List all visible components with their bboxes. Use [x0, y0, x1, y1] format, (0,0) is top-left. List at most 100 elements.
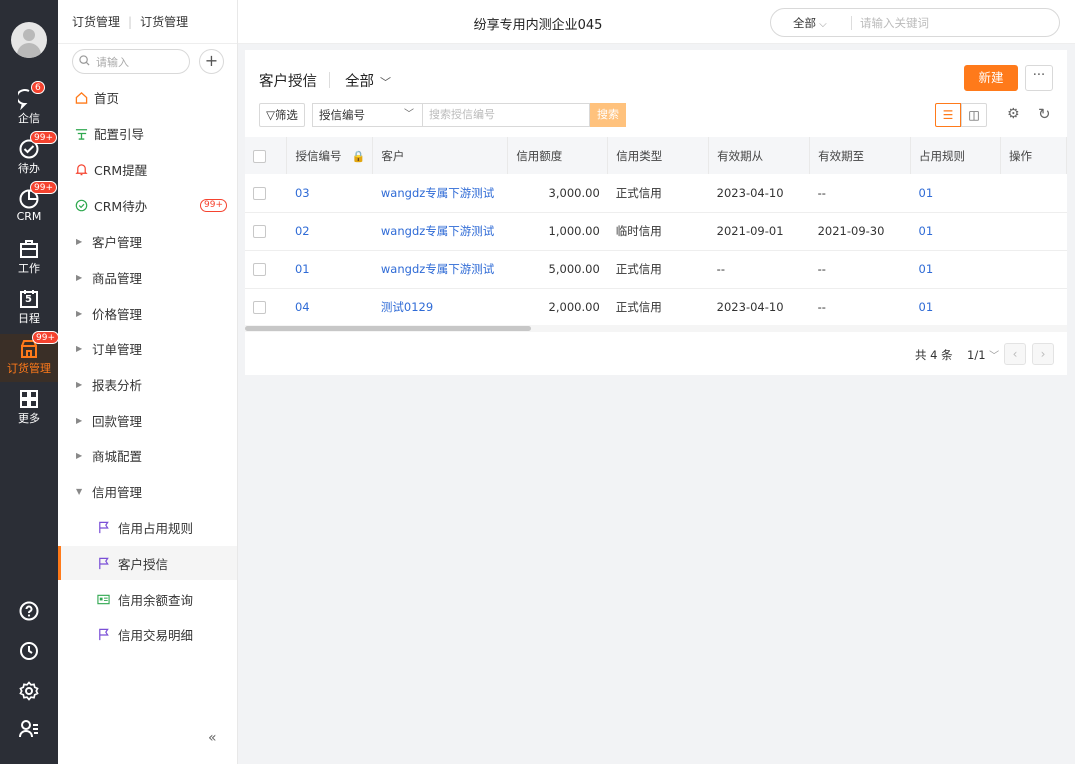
row-checkbox[interactable]: [253, 263, 266, 276]
new-button[interactable]: 新建: [964, 65, 1018, 91]
breadcrumb-app[interactable]: 订货管理: [72, 13, 120, 30]
more-button[interactable]: ···: [1025, 65, 1053, 91]
global-search-input[interactable]: 请输入关键词: [860, 15, 929, 31]
rule-link[interactable]: 01: [910, 288, 1001, 327]
valid-from: 2023-04-10: [708, 174, 810, 213]
nav-item-customer-credit[interactable]: 客户授信: [58, 546, 237, 580]
table-row[interactable]: 01 wangdz专属下游测试 5,000.00 正式信用 -- -- 01: [245, 250, 1067, 289]
collapse-icon[interactable]: «: [208, 730, 217, 746]
nav-item-crm-todo[interactable]: CRM待办 99+: [58, 188, 237, 222]
nav-item-credit-rule[interactable]: 信用占用规则: [58, 510, 237, 544]
row-checkbox[interactable]: [253, 301, 266, 314]
rail-item-label: 企信: [18, 112, 40, 125]
rail-item-schedule[interactable]: 5 日程: [0, 284, 58, 332]
column-header[interactable]: 客户: [372, 137, 509, 174]
settings-icon[interactable]: ⚙: [1007, 106, 1020, 122]
search-scope-select[interactable]: 全部: [771, 15, 851, 31]
credit-code-link[interactable]: 03: [286, 174, 373, 213]
nav-item-price[interactable]: ▶ 价格管理: [58, 296, 237, 330]
horizontal-scrollbar[interactable]: [245, 325, 1067, 332]
column-header[interactable]: 占用规则: [910, 137, 1001, 174]
nav-item-label: 配置引导: [94, 126, 145, 142]
column-header[interactable]: 有效期至: [809, 137, 912, 174]
prev-page-button[interactable]: ‹: [1004, 343, 1026, 365]
search-field-select[interactable]: 授信编号 ﹀: [312, 103, 422, 127]
avatar[interactable]: [11, 22, 47, 58]
pagination: 共 4 条 1/1 ﹀ ‹ ›: [245, 343, 1067, 367]
rail-item-label: 订货管理: [7, 362, 51, 375]
table-row[interactable]: 03 wangdz专属下游测试 3,000.00 正式信用 2023-04-10…: [245, 174, 1067, 213]
table-row[interactable]: 02 wangdz专属下游测试 1,000.00 临时信用 2021-09-01…: [245, 212, 1067, 251]
next-page-button[interactable]: ›: [1032, 343, 1054, 365]
view-select-value: 全部: [345, 74, 374, 90]
column-header[interactable]: 有效期从: [708, 137, 811, 174]
check-circle-icon: [74, 198, 88, 212]
user-list-icon[interactable]: [0, 718, 58, 743]
search-button[interactable]: 搜索: [590, 103, 626, 127]
rule-link[interactable]: 01: [910, 212, 1001, 251]
nav-item-config-guide[interactable]: 配置引导: [58, 116, 237, 150]
rail-badge: 6: [31, 81, 45, 94]
list-view-icon[interactable]: ☰: [935, 103, 961, 127]
select-all-cell[interactable]: [245, 137, 288, 174]
credit-code-link[interactable]: 01: [286, 250, 373, 289]
filter-button[interactable]: ▽筛选: [259, 103, 305, 127]
actions-cell: [1000, 174, 1067, 213]
scrollbar-thumb[interactable]: [245, 326, 531, 331]
column-header[interactable]: 授信编号 🔒: [286, 137, 374, 174]
nav-item-credit-balance[interactable]: 信用余额查询: [58, 582, 237, 616]
nav-item-product[interactable]: ▶ 商品管理: [58, 260, 237, 294]
customer-link[interactable]: wangdz专属下游测试: [372, 212, 508, 251]
nav-item-customer[interactable]: ▶ 客户管理: [58, 224, 237, 258]
rail-item-qixin[interactable]: 6 企信: [0, 81, 58, 132]
briefcase-icon: [18, 238, 40, 260]
customer-link[interactable]: wangdz专属下游测试: [372, 174, 508, 213]
column-header[interactable]: 信用类型: [607, 137, 710, 174]
calendar-icon: 5: [18, 288, 40, 310]
keyword-input[interactable]: 搜索授信编号: [422, 103, 590, 127]
credit-code-link[interactable]: 02: [286, 212, 373, 251]
rail-item-more[interactable]: 更多: [0, 384, 58, 432]
rail-item-todo[interactable]: 99+ 待办: [0, 131, 58, 182]
table-row[interactable]: 04 测试0129 2,000.00 正式信用 2023-04-10 -- 01: [245, 288, 1067, 327]
row-checkbox[interactable]: [253, 186, 266, 200]
settings-icon[interactable]: [0, 680, 58, 705]
nav-item-home[interactable]: 首页: [58, 80, 237, 114]
nav-item-label: 信用交易明细: [118, 627, 194, 643]
actions-cell: [1000, 288, 1067, 327]
rule-link[interactable]: 01: [910, 174, 1001, 213]
view-select[interactable]: 全部 ﹀: [345, 70, 391, 91]
nav-item-mall-config[interactable]: ▶ 商城配置: [58, 438, 237, 472]
rule-link[interactable]: 01: [910, 250, 1001, 289]
nav-item-payment[interactable]: ▶ 回款管理: [58, 403, 237, 437]
filter-label: 筛选: [274, 108, 298, 122]
history-icon[interactable]: [0, 640, 58, 665]
rail-badge: 99+: [30, 131, 57, 144]
actions-cell: [1000, 250, 1067, 289]
nav-item-order[interactable]: ▶ 订单管理: [58, 331, 237, 365]
rail-item-order-management[interactable]: 99+ 订货管理: [0, 331, 59, 382]
nav-item-crm-reminder[interactable]: CRM提醒: [58, 152, 237, 186]
add-button[interactable]: +: [199, 49, 224, 74]
rail-item-work[interactable]: 工作: [0, 234, 58, 282]
row-checkbox[interactable]: [253, 225, 266, 238]
column-header[interactable]: 信用额度: [507, 137, 609, 174]
nav-item-credit-transactions[interactable]: 信用交易明细: [58, 617, 237, 651]
nav-search-input[interactable]: 请输入: [72, 49, 190, 74]
rail-item-crm[interactable]: 99+ CRM: [0, 181, 58, 232]
global-search[interactable]: 全部 请输入关键词: [770, 8, 1060, 37]
credit-code-link[interactable]: 04: [286, 288, 373, 327]
page-indicator[interactable]: 1/1 ﹀: [967, 347, 999, 362]
nav-item-report[interactable]: ▶ 报表分析: [58, 367, 237, 401]
top-bar: 纷享专用内测企业045 全部 请输入关键词: [238, 0, 1075, 44]
column-header-label: 授信编号: [295, 148, 342, 163]
customer-link[interactable]: 测试0129: [372, 288, 508, 327]
nav-item-credit[interactable]: ▼ 信用管理: [58, 474, 237, 508]
select-all-checkbox[interactable]: [253, 149, 266, 163]
customer-link[interactable]: wangdz专属下游测试: [372, 250, 508, 289]
caret-right-icon: ▶: [76, 308, 83, 318]
refresh-icon[interactable]: ↻: [1038, 105, 1051, 123]
help-icon[interactable]: [0, 600, 58, 625]
nav-item-label: CRM提醒: [94, 162, 148, 178]
split-view-icon[interactable]: ◫: [961, 103, 987, 127]
